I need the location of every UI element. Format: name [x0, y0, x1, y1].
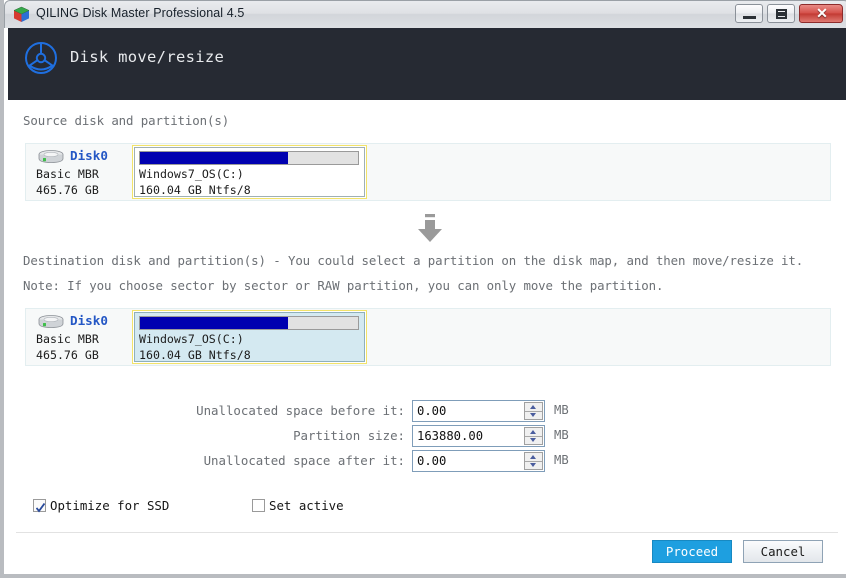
partition-size-value: 163880.00 — [417, 429, 484, 443]
cube-icon — [13, 6, 30, 23]
unallocated-before-unit: MB — [554, 403, 569, 417]
unallocated-after-label: Unallocated space after it: — [203, 453, 405, 468]
destination-disk-map[interactable]: Disk0 Basic MBR 465.76 GB Windows7_OS(C:… — [25, 308, 831, 366]
source-partition-size: 160.04 GB Ntfs/8 — [139, 183, 251, 197]
unallocated-after-unit: MB — [554, 453, 569, 467]
destination-disk-info: Disk0 Basic MBR 465.76 GB — [26, 309, 131, 365]
stepper-down-button[interactable] — [525, 436, 542, 444]
app-window: QILING Disk Master Professional 4.5 ✕ Di… — [0, 0, 846, 578]
source-partition-name: Windows7_OS(C:) — [139, 167, 244, 181]
stepper-down-button[interactable] — [525, 411, 542, 419]
set-active-label: Set active — [269, 498, 344, 513]
partition-size-unit: MB — [554, 428, 569, 442]
maximize-button[interactable] — [767, 4, 795, 23]
chevron-down-icon — [530, 438, 536, 442]
destination-disk-type: Basic MBR — [36, 332, 99, 346]
dialog-body: Source disk and partition(s) Disk0 Basic… — [8, 100, 846, 574]
unallocated-after-stepper[interactable] — [524, 452, 543, 470]
chevron-down-icon — [530, 413, 536, 417]
source-disk-type: Basic MBR — [36, 167, 99, 181]
source-usage-fill — [140, 152, 289, 164]
destination-partition-size: 160.04 GB Ntfs/8 — [139, 348, 251, 362]
window-title: QILING Disk Master Professional 4.5 — [36, 6, 245, 20]
destination-usage-bar — [139, 316, 359, 330]
destination-disk-size: 465.76 GB — [36, 348, 99, 362]
partition-size-label: Partition size: — [293, 428, 405, 443]
source-disk-size: 465.76 GB — [36, 183, 99, 197]
unallocated-before-label: Unallocated space before it: — [196, 403, 405, 418]
destination-disk-name: Disk0 — [70, 313, 108, 328]
page-title: Disk move/resize — [70, 48, 225, 66]
chevron-up-icon — [530, 430, 536, 434]
source-disk-map[interactable]: Disk0 Basic MBR 465.76 GB Windows7_OS(C:… — [25, 143, 831, 201]
unallocated-before-value: 0.00 — [417, 404, 447, 418]
qiling-disk-logo-icon — [22, 39, 60, 77]
down-arrow-icon — [413, 213, 447, 245]
dialog-header: Disk move/resize — [8, 28, 846, 100]
unallocated-after-row: Unallocated space after it: 0.00 MB — [193, 450, 573, 472]
destination-partition-name: Windows7_OS(C:) — [139, 332, 244, 346]
source-usage-bar — [139, 151, 359, 165]
partition-size-input[interactable]: 163880.00 — [412, 425, 545, 447]
source-disk-name: Disk0 — [70, 148, 108, 163]
minimize-icon — [743, 16, 756, 19]
source-section-label: Source disk and partition(s) — [23, 113, 230, 128]
chevron-up-icon — [530, 455, 536, 459]
proceed-button[interactable]: Proceed — [652, 540, 732, 563]
close-button[interactable]: ✕ — [799, 4, 843, 23]
unallocated-before-input[interactable]: 0.00 — [412, 400, 545, 422]
destination-note: Note: If you choose sector by sector or … — [23, 278, 664, 293]
footer-divider — [16, 532, 838, 533]
chevron-down-icon — [530, 463, 536, 467]
unallocated-before-row: Unallocated space before it: 0.00 MB — [193, 400, 573, 422]
cancel-button[interactable]: Cancel — [743, 540, 823, 563]
source-partition[interactable]: Windows7_OS(C:) 160.04 GB Ntfs/8 — [132, 145, 367, 199]
optimize-ssd-label: Optimize for SSD — [50, 498, 170, 513]
partition-size-stepper[interactable] — [524, 427, 543, 445]
stepper-down-button[interactable] — [525, 461, 542, 469]
hard-disk-icon — [36, 314, 66, 330]
unallocated-before-stepper[interactable] — [524, 402, 543, 420]
destination-section-label: Destination disk and partition(s) - You … — [23, 253, 804, 268]
minimize-button[interactable] — [735, 4, 763, 23]
hard-disk-icon — [36, 149, 66, 165]
close-icon: ✕ — [816, 5, 828, 21]
title-bar[interactable]: QILING Disk Master Professional 4.5 ✕ — [4, 0, 846, 28]
destination-usage-fill — [140, 317, 289, 329]
unallocated-after-input[interactable]: 0.00 — [412, 450, 545, 472]
source-disk-info: Disk0 Basic MBR 465.76 GB — [26, 144, 131, 200]
partition-size-row: Partition size: 163880.00 MB — [193, 425, 573, 447]
unallocated-after-value: 0.00 — [417, 454, 447, 468]
optimize-ssd-checkbox[interactable] — [33, 499, 46, 513]
chevron-up-icon — [530, 405, 536, 409]
maximize-icon-fill — [778, 12, 785, 16]
checkmark-icon — [35, 499, 46, 513]
set-active-checkbox[interactable] — [252, 499, 265, 512]
destination-partition[interactable]: Windows7_OS(C:) 160.04 GB Ntfs/8 — [132, 310, 367, 364]
